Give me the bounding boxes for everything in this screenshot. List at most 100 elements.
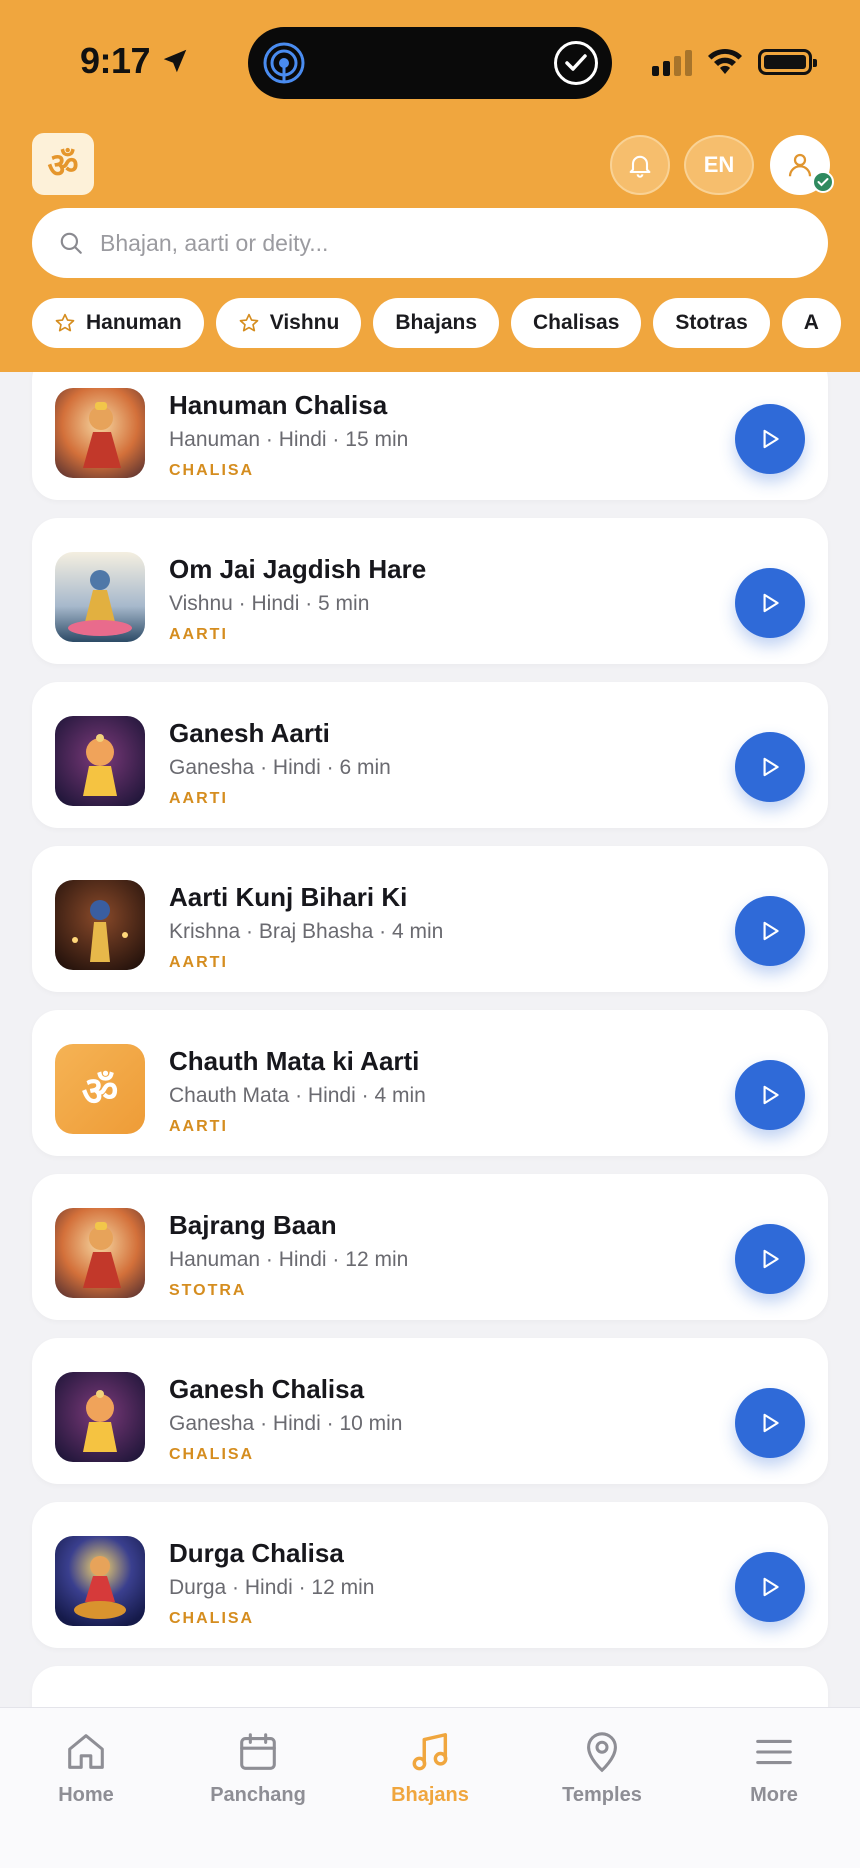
- tab-home[interactable]: Home: [6, 1722, 166, 1807]
- play-icon: [763, 593, 779, 613]
- meta-separator: ·: [254, 756, 273, 779]
- bhajan-deity: Vishnu: [169, 592, 233, 615]
- bhajan-deity: Chauth Mata: [169, 1084, 290, 1107]
- bhajan-category: AARTI: [169, 1118, 228, 1135]
- meta-separator: ·: [355, 1084, 375, 1107]
- play-button[interactable]: [735, 404, 805, 474]
- play-button[interactable]: [735, 1388, 805, 1458]
- play-icon: [763, 1085, 779, 1105]
- cellular-signal-icon: [652, 48, 692, 76]
- filter-chip-label: Vishnu: [269, 311, 340, 334]
- bhajan-duration: 10 min: [339, 1412, 403, 1435]
- tab-bhajans[interactable]: Bhajans: [350, 1722, 510, 1807]
- play-button[interactable]: [735, 568, 805, 638]
- play-button[interactable]: [735, 1224, 805, 1294]
- search-input[interactable]: [100, 229, 780, 257]
- bhajan-language: Hindi: [272, 756, 321, 779]
- deity-thumbnail: [55, 880, 145, 970]
- tab-temples[interactable]: Temples: [522, 1722, 682, 1807]
- dynamic-island: [248, 27, 612, 99]
- play-button[interactable]: [735, 1060, 805, 1130]
- meta-separator: ·: [326, 1248, 346, 1271]
- bhajan-card[interactable]: Bajrang Baan Hanuman · Hindi · 12 min STOT…: [32, 1174, 828, 1320]
- om-icon: ॐ: [55, 1044, 145, 1134]
- filter-chips: Hanuman Vishnu Bhajans Chalisas Stotras A: [32, 298, 860, 350]
- bhajan-meta: Hanuman · Hindi · 12 min: [169, 1248, 408, 1272]
- bhajan-meta: Hanuman · Hindi · 15 min: [169, 428, 408, 452]
- bhajan-card[interactable]: Aarti Kunj Bihari Ki Krishna · Braj Bhash…: [32, 846, 828, 992]
- bhajan-card[interactable]: Ganesh Aarti Ganesha · Hindi · 6 min AARTI: [32, 682, 828, 828]
- notifications-button[interactable]: [610, 135, 670, 195]
- bhajan-deity: Hanuman: [169, 1248, 261, 1271]
- bhajan-language: Hindi: [278, 428, 327, 451]
- bell-icon: [629, 155, 651, 178]
- calendar-icon: [178, 1722, 338, 1782]
- meta-separator: ·: [373, 920, 392, 943]
- app-header: 9:17 ॐ EN Bhajan, aarti or deity... Hanu…: [0, 0, 860, 372]
- bhajan-card[interactable]: Hanuman Chalisa Hanuman · Hindi · 15 min C…: [32, 354, 828, 500]
- filter-chip-bhajans[interactable]: Bhajans: [373, 298, 500, 348]
- search-bar[interactable]: [32, 208, 828, 278]
- filter-chip-label: A: [803, 311, 819, 334]
- play-button[interactable]: [735, 732, 805, 802]
- bhajan-deity: Ganesha: [169, 1412, 255, 1435]
- play-icon: [763, 1413, 779, 1433]
- filter-chip-label: Chalisas: [533, 311, 620, 334]
- bhajan-language: Hindi: [272, 1412, 321, 1435]
- bhajan-title: Aarti Kunj Bihari Ki: [169, 882, 408, 912]
- bhajan-duration: 4 min: [374, 1084, 426, 1107]
- deity-thumbnail: [55, 1208, 145, 1298]
- location-arrow-icon: [163, 49, 187, 73]
- status-bar: 9:17: [0, 0, 860, 125]
- filter-chip-stotras[interactable]: Stotras: [653, 298, 770, 348]
- airdrop-icon: [263, 42, 305, 84]
- meta-separator: ·: [232, 592, 252, 615]
- tab-label: Temples: [562, 1784, 642, 1806]
- tab-more[interactable]: More: [694, 1722, 854, 1807]
- star-icon: [55, 313, 75, 332]
- bhajan-card[interactable]: Ganesh Chalisa Ganesha · Hindi · 10 min CH…: [32, 1338, 828, 1484]
- bhajan-card[interactable]: ॐ Chauth Mata ki Aarti Chauth Mata · Hindi…: [32, 1010, 828, 1156]
- bhajan-title: Ganesh Aarti: [169, 718, 330, 748]
- bhajan-category: CHALISA: [169, 1446, 255, 1463]
- play-button[interactable]: [735, 1552, 805, 1622]
- music-note-icon: [350, 1722, 510, 1782]
- meta-separator: ·: [260, 428, 279, 451]
- bhajan-title: Hanuman Chalisa: [169, 390, 388, 420]
- bhajan-category: AARTI: [169, 626, 228, 643]
- user-icon: [788, 153, 812, 177]
- bhajan-title: Durga Chalisa: [169, 1538, 344, 1568]
- bhajan-deity: Hanuman: [169, 428, 261, 451]
- bhajan-language: Braj Bhasha: [258, 920, 374, 943]
- play-icon: [763, 429, 779, 449]
- bhajan-title: Chauth Mata ki Aarti: [169, 1046, 420, 1076]
- play-button[interactable]: [735, 896, 805, 966]
- filter-chip-chalisas[interactable]: Chalisas: [511, 298, 642, 348]
- bhajan-title: Ganesh Chalisa: [169, 1374, 365, 1404]
- tab-panchang[interactable]: Panchang: [178, 1722, 338, 1807]
- bhajan-language: Hindi: [251, 592, 300, 615]
- map-pin-icon: [522, 1722, 682, 1782]
- bottom-tab-bar: Home Panchang Bhajans Temples More: [0, 1707, 860, 1868]
- bhajan-card[interactable]: Durga Chalisa Durga · Hindi · 12 min CHALI…: [32, 1502, 828, 1648]
- bhajan-card[interactable]: Om Jai Jagdish Hare Vishnu · Hindi · 5 mi…: [32, 518, 828, 664]
- wifi-icon: [708, 48, 742, 74]
- meta-separator: ·: [299, 592, 319, 615]
- filter-chip-a[interactable]: A: [781, 298, 841, 348]
- bhajan-language: Hindi: [244, 1576, 293, 1599]
- app-logo[interactable]: ॐ: [32, 133, 94, 195]
- bhajan-category: CHALISA: [169, 1610, 255, 1627]
- bhajan-category: STOTRA: [169, 1282, 247, 1299]
- filter-chip-vishnu[interactable]: Vishnu: [215, 298, 362, 348]
- profile-button[interactable]: [770, 135, 834, 195]
- menu-icon: [694, 1722, 854, 1782]
- filter-chip-label: Hanuman: [86, 311, 182, 334]
- meta-separator: ·: [260, 1248, 279, 1271]
- bhajan-category: CHALISA: [169, 462, 255, 479]
- deity-thumbnail: [55, 552, 145, 642]
- deity-thumbnail: [55, 388, 145, 478]
- filter-chip-hanuman[interactable]: Hanuman: [32, 298, 204, 348]
- language-button[interactable]: EN: [684, 135, 754, 195]
- bhajan-deity: Krishna: [169, 920, 241, 943]
- play-icon: [763, 757, 779, 777]
